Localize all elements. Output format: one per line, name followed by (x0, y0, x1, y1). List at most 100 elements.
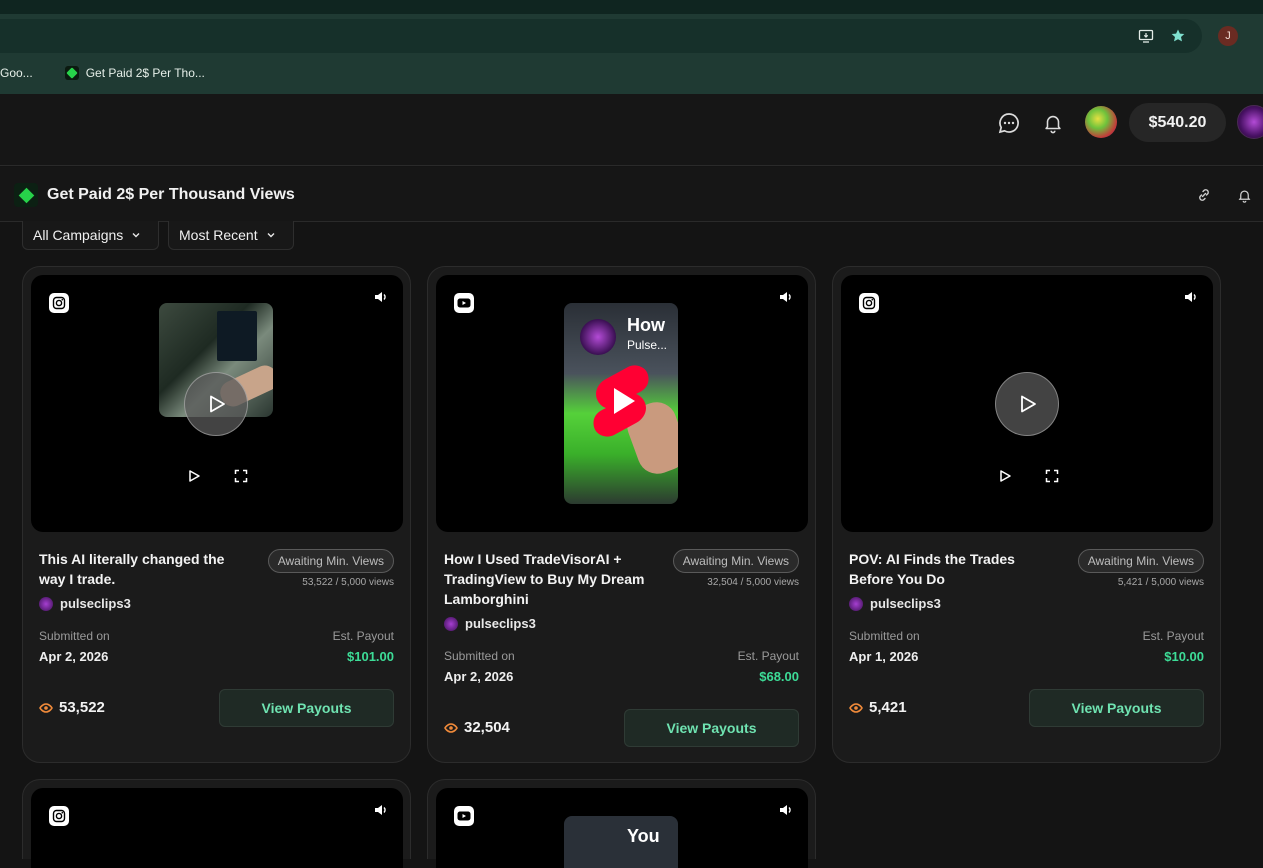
chevron-down-icon (267, 233, 275, 238)
video-title: How I Used TradeVisorAI + TradingView to… (444, 551, 645, 607)
estimated-payout: $10.00 (1164, 649, 1204, 664)
view-count: 5,421 (849, 699, 907, 716)
play-icon[interactable] (996, 467, 1014, 485)
volume-icon[interactable] (373, 289, 389, 305)
creator[interactable]: pulseclips3 (444, 616, 536, 631)
status-badge: Awaiting Min. Views (672, 549, 799, 573)
view-count-value: 32,504 (464, 719, 510, 736)
video-title: This AI literally changed the way I trad… (39, 551, 225, 587)
estimated-payout: $68.00 (759, 669, 799, 684)
submission-card: How Pulse... How I Used TradeVisorAI + T… (427, 266, 816, 763)
eye-icon (39, 702, 53, 713)
fullscreen-icon[interactable] (1043, 467, 1061, 485)
creator[interactable]: pulseclips3 (39, 596, 131, 611)
payout-label: Est. Payout (1142, 629, 1204, 643)
bookmark-item[interactable]: Get Paid 2$ Per Tho... (64, 66, 205, 80)
instagram-icon (49, 806, 69, 826)
video-player[interactable] (31, 275, 403, 532)
view-count-value: 53,522 (59, 699, 105, 716)
submitted-date: Apr 2, 2026 (39, 649, 109, 664)
play-overlay-button[interactable] (995, 372, 1059, 436)
tab-strip (0, 0, 1263, 14)
creator-name: pulseclips3 (870, 596, 941, 611)
submission-card: This AI literally changed the way I trad… (22, 266, 411, 763)
thumbnail-logo (580, 319, 616, 355)
submitted-label: Submitted on (444, 649, 515, 663)
campaign-logo (14, 183, 38, 207)
submitted-date: Apr 2, 2026 (444, 669, 514, 684)
views-progress: 5,421 / 5,000 views (1117, 577, 1204, 588)
creator-avatar (849, 596, 863, 611)
link-icon[interactable] (1194, 185, 1214, 205)
views-progress: 32,504 / 5,000 views (707, 577, 799, 588)
status-badge: Awaiting Min. Views (267, 549, 394, 573)
submitted-label: Submitted on (39, 629, 110, 643)
view-count: 32,504 (444, 719, 510, 736)
view-payouts-button[interactable]: View Payouts (624, 709, 799, 747)
payout-label: Est. Payout (332, 629, 394, 643)
instagram-icon (49, 293, 69, 313)
sort-label: Most Recent (179, 227, 258, 243)
youtube-shorts-play-button[interactable] (584, 363, 658, 439)
view-payouts-button[interactable]: View Payouts (219, 689, 394, 727)
bookmark-item[interactable]: Goo... (0, 66, 33, 80)
bookmark-star-icon[interactable] (1168, 26, 1188, 46)
estimated-payout: $101.00 (347, 649, 394, 664)
play-icon[interactable] (185, 467, 203, 485)
submission-card: You (427, 779, 816, 868)
youtube-icon (454, 293, 474, 313)
video-thumbnail: You (564, 816, 678, 868)
view-payouts-button[interactable]: View Payouts (1029, 689, 1204, 727)
chevron-down-icon (132, 233, 140, 238)
view-count: 53,522 (39, 699, 105, 716)
youtube-icon (454, 806, 474, 826)
thumbnail-title: How (627, 315, 665, 335)
bookmarks-bar: Goo... Get Paid 2$ Per Tho... (0, 60, 225, 86)
volume-icon[interactable] (778, 289, 794, 305)
address-bar[interactable] (0, 19, 1202, 53)
view-count-value: 5,421 (869, 699, 907, 716)
profile-avatar[interactable] (1237, 105, 1263, 139)
chat-icon[interactable] (996, 110, 1022, 136)
creator-name: pulseclips3 (465, 616, 536, 631)
submitted-label: Submitted on (849, 629, 920, 643)
creator-avatar (444, 616, 458, 631)
install-app-icon[interactable] (1136, 26, 1156, 46)
payout-label: Est. Payout (737, 649, 799, 663)
video-player[interactable] (31, 788, 403, 868)
thumbnail-title: You (627, 826, 660, 846)
campaign-filter-dropdown[interactable]: All Campaigns (22, 221, 159, 250)
submission-card (22, 779, 411, 868)
browser-profile-avatar[interactable]: J (1218, 26, 1238, 46)
views-progress: 53,522 / 5,000 views (302, 577, 394, 588)
instagram-icon (859, 293, 879, 313)
submitted-date: Apr 1, 2026 (849, 649, 919, 664)
fullscreen-icon[interactable] (232, 467, 250, 485)
campaign-filter-label: All Campaigns (33, 227, 124, 243)
volume-icon[interactable] (373, 802, 389, 818)
campaign-bell-icon[interactable] (1234, 185, 1254, 205)
eye-icon (849, 702, 863, 713)
notifications-bell-icon[interactable] (1040, 110, 1066, 136)
bookmark-label: Goo... (0, 66, 33, 80)
thumbnail-subtitle: Pulse... (627, 338, 668, 352)
site-header (0, 94, 1263, 166)
creator[interactable]: pulseclips3 (849, 596, 941, 611)
status-badge: Awaiting Min. Views (1077, 549, 1204, 573)
video-title: POV: AI Finds the Trades Before You Do (849, 551, 1015, 587)
creator-avatar (39, 596, 53, 611)
campaign-favicon-icon (64, 66, 79, 80)
video-player[interactable]: How Pulse... (436, 275, 808, 532)
campaign-title: Get Paid 2$ Per Thousand Views (47, 186, 295, 203)
submission-card: POV: AI Finds the Trades Before You Do A… (832, 266, 1221, 763)
user-avatar[interactable] (1085, 106, 1117, 138)
eye-icon (444, 722, 458, 733)
sort-dropdown[interactable]: Most Recent (168, 221, 294, 250)
volume-icon[interactable] (778, 802, 794, 818)
video-player[interactable]: You (436, 788, 808, 868)
video-player[interactable] (841, 275, 1213, 532)
play-overlay-button[interactable] (184, 372, 248, 436)
volume-icon[interactable] (1183, 289, 1199, 305)
creator-name: pulseclips3 (60, 596, 131, 611)
balance-display[interactable]: $540.20 (1129, 103, 1226, 142)
